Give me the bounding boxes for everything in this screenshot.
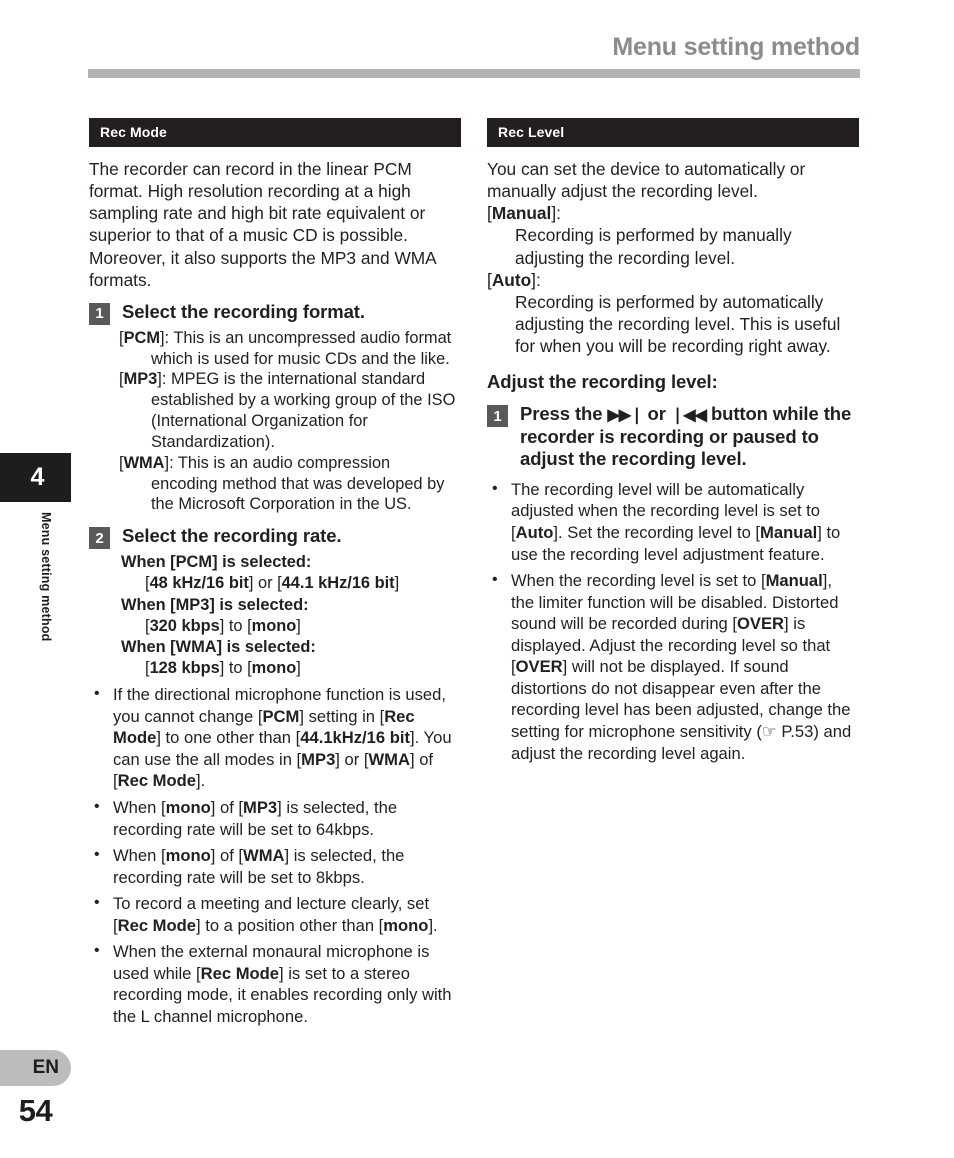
mode-term: Auto	[491, 269, 532, 290]
list-item: • When the recording level is set to [Ma…	[487, 570, 859, 764]
fast-forward-icon: ▶▶❘	[607, 407, 643, 425]
page-reference-link[interactable]: P.53	[781, 722, 813, 741]
definition-text: MPEG is the international standard estab…	[151, 370, 456, 451]
language-badge-label: EN	[32, 1057, 59, 1078]
step-number: 2	[95, 529, 104, 547]
step-number: 1	[95, 305, 104, 323]
when-value-wma: [128 kbps] to [mono]	[145, 658, 301, 677]
step-number: 1	[493, 407, 502, 425]
definition-text: This is an uncompressed audio format whi…	[151, 328, 452, 368]
list-item-text: When [mono] of [WMA] is selected, the re…	[113, 846, 405, 887]
step-1-select-recording-format: 1 Select the recording format.	[89, 301, 461, 325]
chapter-vertical-label: Menu setting method	[39, 512, 53, 642]
step-title: Select the recording format.	[122, 300, 365, 322]
chapter-number: 4	[30, 463, 45, 491]
bullet-icon: •	[94, 846, 100, 864]
rec-level-mode-manual: [Manual]: Recording is performed by manu…	[487, 202, 859, 268]
pointing-hand-icon: ☞	[761, 722, 777, 741]
when-suffix: ] is selected:	[216, 637, 316, 656]
when-head-pcm: When [PCM] is selected:	[89, 552, 461, 573]
definition-item-mp3: [MP3]: MPEG is the international standar…	[119, 370, 456, 451]
mode-description-auto: Recording is performed by automatically …	[515, 291, 841, 356]
list-item-text: The recording level will be automaticall…	[511, 479, 841, 564]
step-title: Select the recording rate.	[122, 525, 342, 547]
when-value-mp3: [320 kbps] to [mono]	[145, 616, 301, 635]
mode-label-manual: [Manual]:	[487, 203, 561, 224]
language-badge: EN	[0, 1050, 71, 1086]
when-head-wma: When [WMA] is selected:	[89, 637, 461, 658]
list-item-text: When the recording level is set to [Manu…	[511, 571, 852, 763]
format-definition-list: [PCM]: This is an uncompressed audio for…	[89, 328, 461, 515]
definition-term: PCM	[123, 328, 160, 347]
when-suffix: ] is selected:	[212, 553, 312, 572]
definition-text: This is an audio compression encoding me…	[151, 453, 445, 514]
when-term: PCM	[175, 553, 213, 572]
bullet-icon: •	[94, 894, 100, 912]
list-item: • When [mono] of [WMA] is selected, the …	[89, 845, 461, 888]
header-divider-rule	[88, 68, 860, 78]
step-2-select-recording-rate: 2 Select the recording rate.	[89, 525, 461, 550]
when-value-pcm: [48 kHz/16 bit] or [44.1 kHz/16 bit]	[145, 574, 400, 593]
step-number-box: 1	[89, 302, 110, 325]
page-header: Menu setting method	[88, 33, 860, 78]
step-1-press-button: 1 Press the ▶▶❘ or ❘◀◀ button while the …	[487, 403, 859, 471]
when-head-mp3: When [MP3] is selected:	[89, 595, 461, 616]
list-item-text: When the external monaural microphone is…	[113, 942, 452, 1027]
when-term: MP3	[175, 595, 210, 614]
recording-rate-options: When [PCM] is selected: [48 kHz/16 bit] …	[89, 552, 461, 679]
section-header-rec-level: Rec Level	[487, 118, 859, 147]
mode-term: Manual	[491, 203, 552, 224]
bullet-icon: •	[94, 942, 100, 960]
mode-description-manual: Recording is performed by manually adjus…	[515, 225, 792, 268]
step-title-or: or	[647, 403, 666, 425]
rec-mode-notes-list: • If the directional microphone function…	[89, 684, 461, 1027]
when-prefix: When [	[121, 637, 176, 656]
when-prefix: When [	[121, 553, 176, 572]
list-item: • To record a meeting and lecture clearl…	[89, 893, 461, 936]
rec-level-notes-list: • The recording level will be automatica…	[487, 479, 859, 764]
mode-label-auto: [Auto]:	[487, 269, 541, 290]
right-column: Rec Level You can set the device to auto…	[487, 118, 859, 764]
list-item-text: To record a meeting and lecture clearly,…	[113, 894, 438, 935]
list-item: • When [mono] of [MP3] is selected, the …	[89, 797, 461, 840]
definition-item-wma: [WMA]: This is an audio compression enco…	[119, 453, 445, 514]
bullet-icon: •	[94, 797, 100, 815]
bullet-icon: •	[492, 571, 498, 589]
bullet-icon: •	[492, 479, 498, 497]
definition-item-pcm: [PCM]: This is an uncompressed audio for…	[119, 328, 452, 368]
chapter-number-tab: 4	[0, 453, 71, 502]
list-item-text: If the directional microphone function i…	[113, 685, 452, 791]
definition-term: WMA	[123, 453, 165, 472]
rewind-icon: ❘◀◀	[670, 407, 707, 425]
step-title: Press the ▶▶❘ or ❘◀◀ button while the re…	[520, 403, 859, 471]
when-prefix: When [	[121, 595, 176, 614]
bullet-icon: •	[94, 685, 100, 703]
when-suffix: ] is selected:	[209, 595, 309, 614]
rec-level-intro-text: You can set the device to automatically …	[487, 159, 806, 202]
left-column: Rec Mode The recorder can record in the …	[89, 118, 461, 1028]
rec-level-intro: You can set the device to automatically …	[487, 158, 859, 202]
rec-level-mode-auto: [Auto]: Recording is performed by automa…	[487, 269, 859, 358]
definition-term: MP3	[123, 370, 158, 389]
step-number-box: 2	[89, 527, 110, 550]
when-term: WMA	[175, 637, 217, 656]
rec-mode-intro-text: The recorder can record in the linear PC…	[89, 159, 436, 290]
list-item: • When the external monaural microphone …	[89, 941, 461, 1027]
step-title-part1: Press the	[520, 403, 603, 425]
section-title-rec-mode: Rec Mode	[100, 124, 167, 140]
list-item: • The recording level will be automatica…	[487, 479, 859, 565]
page-title: Menu setting method	[612, 33, 860, 61]
list-item: • If the directional microphone function…	[89, 684, 461, 792]
list-item-text: When [mono] of [MP3] is selected, the re…	[113, 797, 398, 839]
rec-mode-intro: The recorder can record in the linear PC…	[89, 158, 461, 291]
section-title-rec-level: Rec Level	[498, 124, 565, 140]
section-header-rec-mode: Rec Mode	[89, 118, 461, 147]
page-number: 54	[18, 1093, 53, 1128]
subheading-adjust-recording-level: Adjust the recording level:	[487, 371, 718, 393]
step-number-box: 1	[487, 405, 508, 428]
